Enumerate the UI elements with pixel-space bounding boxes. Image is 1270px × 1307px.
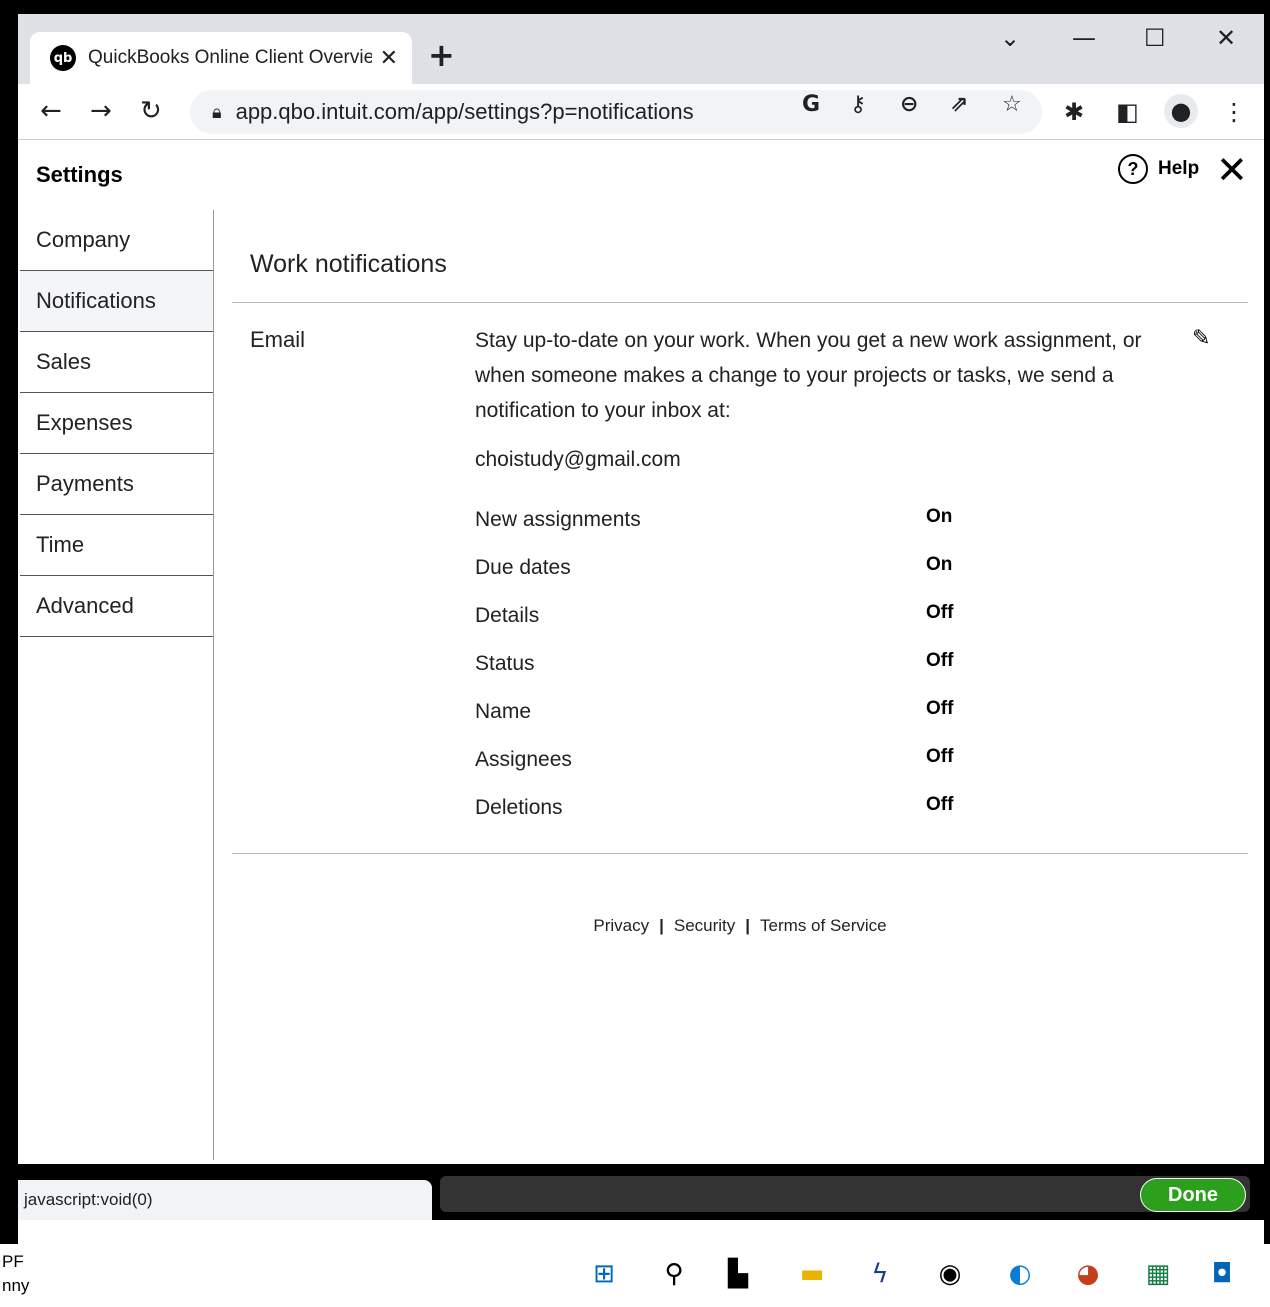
setting-name: Deletions bbox=[475, 796, 563, 819]
search-icon[interactable]: ⚲ bbox=[654, 1254, 694, 1294]
setting-value: Off bbox=[926, 794, 954, 815]
setting-value: Off bbox=[926, 698, 954, 719]
setting-value: Off bbox=[926, 746, 954, 767]
setting-row: Status Off bbox=[475, 650, 975, 682]
sidebar-item-time[interactable]: Time bbox=[20, 515, 213, 576]
file-explorer-icon[interactable]: ▬ bbox=[792, 1254, 832, 1294]
powerpoint-icon[interactable]: ◕ bbox=[1068, 1254, 1108, 1294]
sidebar-item-expenses[interactable]: Expenses bbox=[20, 393, 213, 454]
settings-sidebar: Company Notifications Sales Expenses Pay… bbox=[20, 210, 214, 1160]
setting-value: Off bbox=[926, 602, 954, 623]
share-icon[interactable]: ⇗ bbox=[950, 92, 968, 117]
app-icon[interactable]: ϟ bbox=[860, 1254, 900, 1294]
tab-search-chevron-icon[interactable]: ⌄ bbox=[1000, 24, 1020, 52]
status-bar: javascript:void(0) Done bbox=[18, 1164, 1264, 1244]
download-bar bbox=[18, 1220, 1264, 1244]
outlook-icon[interactable]: ◘ bbox=[1202, 1254, 1242, 1294]
setting-row: Name Off bbox=[475, 698, 975, 730]
setting-name: Assignees bbox=[475, 748, 572, 771]
star-icon[interactable]: ☆ bbox=[1002, 92, 1022, 117]
help-icon: ? bbox=[1118, 154, 1148, 184]
edge-icon[interactable]: ◐ bbox=[1000, 1254, 1040, 1294]
sidebar-item-advanced[interactable]: Advanced bbox=[20, 576, 213, 637]
browser-tab[interactable]: qb QuickBooks Online Client Overvie ✕ bbox=[30, 32, 412, 84]
google-icon[interactable]: G bbox=[802, 92, 820, 117]
back-arrow-icon[interactable]: ← bbox=[40, 96, 62, 126]
setting-row: New assignments On bbox=[475, 506, 975, 538]
task-view-icon[interactable]: ▙ bbox=[718, 1254, 758, 1294]
windows-start-icon[interactable]: ⊞ bbox=[584, 1254, 624, 1294]
lock-icon[interactable]: 🔒︎ bbox=[212, 102, 222, 123]
edit-pencil-icon[interactable]: ✎ bbox=[1192, 326, 1210, 351]
tab-strip: qb QuickBooks Online Client Overvie ✕ + … bbox=[18, 14, 1264, 84]
tab-title: QuickBooks Online Client Overvie bbox=[88, 47, 372, 68]
separator: | bbox=[745, 916, 751, 935]
key-icon[interactable]: ⚷ bbox=[850, 92, 866, 117]
url-text[interactable]: app.qbo.intuit.com/app/settings?p=notifi… bbox=[236, 99, 694, 125]
setting-row: Deletions Off bbox=[475, 794, 975, 826]
divider bbox=[232, 853, 1248, 854]
taskbar-widget-text: PF nny bbox=[2, 1250, 29, 1298]
quickbooks-favicon-icon: qb bbox=[50, 45, 76, 71]
setting-row: Details Off bbox=[475, 602, 975, 634]
setting-name: Status bbox=[475, 652, 535, 675]
settings-title: Settings bbox=[36, 162, 123, 187]
window-close-icon[interactable]: ✕ bbox=[1216, 24, 1236, 52]
excel-icon[interactable]: ▦ bbox=[1138, 1254, 1178, 1294]
done-button[interactable]: Done bbox=[1140, 1178, 1246, 1212]
setting-row: Assignees Off bbox=[475, 746, 975, 778]
new-tab-button[interactable]: + bbox=[428, 36, 455, 74]
setting-name: Due dates bbox=[475, 556, 571, 579]
windows-taskbar: PF nny ⊞ ⚲ ▙ ▬ ϟ ◉ ◐ ◕ ▦ ◘ bbox=[0, 1244, 1270, 1307]
close-settings-icon[interactable]: ✕ bbox=[1216, 148, 1248, 192]
sidebar-item-notifications[interactable]: Notifications bbox=[20, 271, 213, 332]
browser-window: qb QuickBooks Online Client Overvie ✕ + … bbox=[18, 14, 1264, 1244]
zoom-out-icon[interactable]: ⊖ bbox=[900, 92, 918, 117]
profile-icon[interactable]: ● bbox=[1164, 94, 1198, 128]
setting-name: New assignments bbox=[475, 508, 641, 531]
footer-links: Privacy | Security | Terms of Service bbox=[232, 916, 1248, 936]
extensions-icon[interactable]: ✱ bbox=[1064, 98, 1084, 126]
sidebar-item-payments[interactable]: Payments bbox=[20, 454, 213, 515]
quickbooks-icon[interactable]: ◉ bbox=[930, 1254, 970, 1294]
tab-close-icon[interactable]: ✕ bbox=[380, 46, 398, 71]
forward-arrow-icon[interactable]: → bbox=[90, 96, 112, 126]
email-address: choistudy@gmail.com bbox=[475, 448, 681, 471]
email-label: Email bbox=[250, 327, 306, 352]
side-panel-icon[interactable]: ◧ bbox=[1116, 98, 1139, 126]
separator: | bbox=[659, 916, 664, 935]
reload-icon[interactable]: ↻ bbox=[140, 96, 162, 126]
taskbar-text-line: PF bbox=[2, 1252, 24, 1271]
sidebar-item-company[interactable]: Company bbox=[20, 210, 213, 271]
minimize-icon[interactable]: — bbox=[1072, 24, 1096, 52]
setting-value: On bbox=[926, 554, 953, 575]
taskbar-text-line: nny bbox=[2, 1276, 30, 1295]
setting-value: On bbox=[926, 506, 953, 527]
status-url: javascript:void(0) bbox=[18, 1180, 432, 1220]
browser-toolbar: ← → ↻ 🔒︎ app.qbo.intuit.com/app/settings… bbox=[18, 84, 1264, 140]
email-description: Stay up-to-date on your work. When you g… bbox=[475, 329, 1142, 422]
help-button[interactable]: ? Help bbox=[1118, 154, 1199, 184]
security-link[interactable]: Security bbox=[674, 916, 735, 935]
setting-name: Name bbox=[475, 700, 532, 723]
sidebar-item-sales[interactable]: Sales bbox=[20, 332, 213, 393]
status-strip bbox=[440, 1176, 1250, 1212]
section-title: Work notifications bbox=[250, 250, 447, 278]
divider bbox=[232, 302, 1248, 303]
menu-icon[interactable]: ⋮ bbox=[1222, 98, 1246, 126]
setting-value: Off bbox=[926, 650, 954, 671]
help-label: Help bbox=[1158, 158, 1200, 179]
privacy-link[interactable]: Privacy bbox=[593, 916, 649, 935]
setting-row: Due dates On bbox=[475, 554, 975, 586]
terms-link[interactable]: Terms of Service bbox=[760, 916, 887, 935]
setting-name: Details bbox=[475, 604, 540, 627]
maximize-icon[interactable]: ☐ bbox=[1144, 24, 1166, 52]
